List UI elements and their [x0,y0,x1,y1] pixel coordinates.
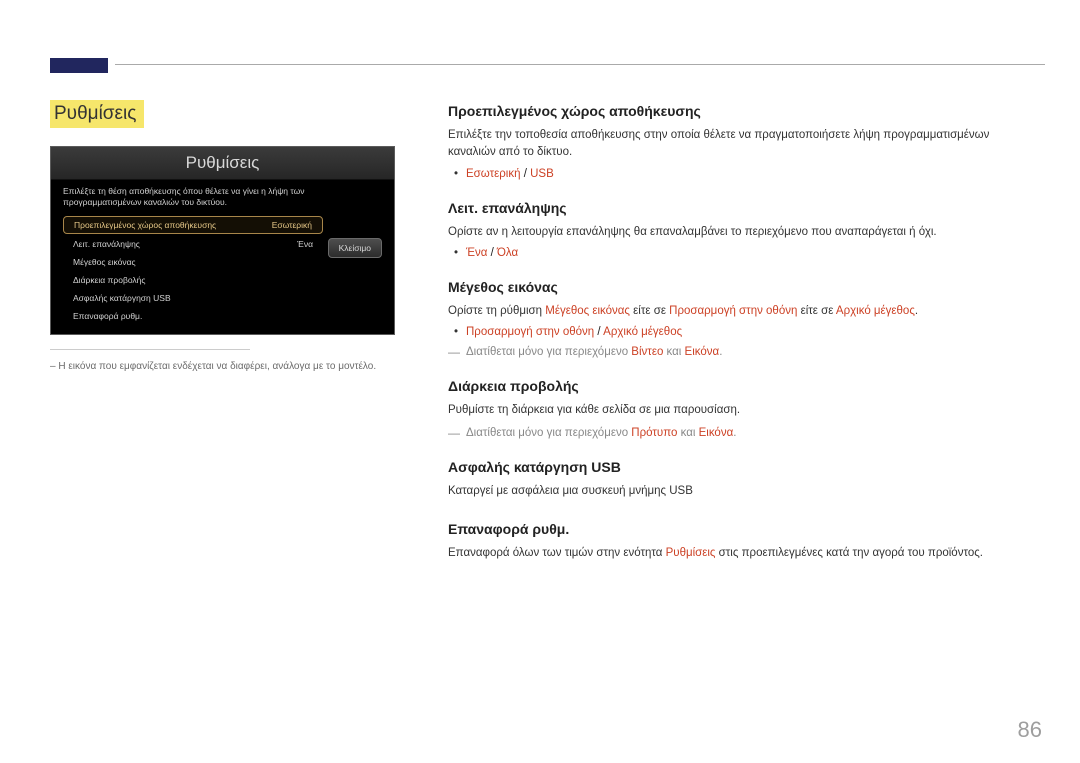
section-body: Ορίστε τη ρύθμιση Μέγεθος εικόνας είτε σ… [448,303,1030,320]
text: Διατίθεται μόνο για περιεχόμενο [466,427,631,439]
section-duration: Διάρκεια προβολής Ρυθμίστε τη διάρκεια γ… [448,378,1030,439]
highlight: Προσαρμογή στην οθόνη [669,305,797,317]
text: στις προεπιλεγμένες κατά την αγορά του π… [715,547,983,559]
left-column: Ρυθμίσεις Ρυθμίσεις Επιλέξτε τη θέση απο… [50,100,395,374]
separator: / [594,326,603,338]
section-body: Επαναφορά όλων των τιμών στην ενότητα Ρυ… [448,545,1030,562]
highlight: Αρχικό μέγεθος [836,305,915,317]
menu-value: Ένα [297,239,313,249]
dash-note: Διατίθεται μόνο για περιεχόμενο Βίντεο κ… [448,346,1030,358]
text: και [677,427,698,439]
option-a: Προσαρμογή στην οθόνη [466,326,594,338]
header-rule [115,64,1045,65]
menu-item-reset[interactable]: Επαναφορά ρυθμ. [63,308,323,324]
separator: / [521,168,531,180]
menu-label: Επαναφορά ρυθμ. [73,311,142,321]
menu-label: Ασφαλής κατάργηση USB [73,293,171,303]
text: Ορίστε τη ρύθμιση [448,305,545,317]
section-repeat: Λειτ. επανάληψης Ορίστε αν η λειτουργία … [448,200,1030,259]
left-divider [50,349,250,350]
right-column: Προεπιλεγμένος χώρος αποθήκευσης Επιλέξτ… [448,103,1030,582]
bullet-item: Εσωτερική / USB [466,168,1030,180]
highlight: Εικόνα [699,427,734,439]
section-heading: Μέγεθος εικόνας [448,279,1030,295]
section-heading: Ασφαλής κατάργηση USB [448,459,1030,475]
menu-item-default-storage[interactable]: Προεπιλεγμένος χώρος αποθήκευσης Εσωτερι… [63,216,323,234]
section-heading: Προεπιλεγμένος χώρος αποθήκευσης [448,103,1030,119]
header-accent [50,58,108,73]
option-b: Όλα [497,247,518,259]
section-heading: Επαναφορά ρυθμ. [448,521,1030,537]
section-body: Καταργεί με ασφάλεια μια συσκευή μνήμης … [448,483,1030,500]
text: . [733,427,736,439]
menu-label: Λειτ. επανάληψης [73,239,140,249]
section-picture-size: Μέγεθος εικόνας Ορίστε τη ρύθμιση Μέγεθο… [448,279,1030,358]
settings-panel: Ρυθμίσεις Επιλέξτε τη θέση αποθήκευσης ό… [50,146,395,335]
bullet-item: Προσαρμογή στην οθόνη / Αρχικό μέγεθος [466,326,1030,338]
menu-item-duration[interactable]: Διάρκεια προβολής [63,272,323,288]
section-heading: Λειτ. επανάληψης [448,200,1030,216]
menu-label: Μέγεθος εικόνας [73,257,136,267]
close-button[interactable]: Κλείσιμο [328,238,382,258]
section-default-storage: Προεπιλεγμένος χώρος αποθήκευσης Επιλέξτ… [448,103,1030,180]
separator: / [487,247,497,259]
section-body: Ορίστε αν η λειτουργία επανάληψης θα επα… [448,224,1030,241]
text: . [915,305,918,317]
text: . [719,346,722,358]
menu-item-picture-size[interactable]: Μέγεθος εικόνας [63,254,323,270]
highlight: Ρυθμίσεις [666,547,716,559]
menu-label: Διάρκεια προβολής [73,275,145,285]
option-b: USB [530,168,554,180]
dash-note: Διατίθεται μόνο για περιεχόμενο Πρότυπο … [448,427,1030,439]
section-reset: Επαναφορά ρυθμ. Επαναφορά όλων των τιμών… [448,521,1030,562]
text: Διατίθεται μόνο για περιεχόμενο [466,346,631,358]
text: Επαναφορά όλων των τιμών στην ενότητα [448,547,666,559]
highlight: Μέγεθος εικόνας [545,305,630,317]
text: είτε σε [630,305,669,317]
panel-subtitle: Επιλέξτε τη θέση αποθήκευσης όπου θέλετε… [51,180,394,216]
menu-value: Εσωτερική [272,220,312,230]
section-safe-remove: Ασφαλής κατάργηση USB Καταργεί με ασφάλε… [448,459,1030,500]
panel-header: Ρυθμίσεις [51,147,394,180]
section-body: Επιλέξτε την τοποθεσία αποθήκευσης στην … [448,127,1030,162]
menu-item-repeat[interactable]: Λειτ. επανάληψης Ένα [63,236,323,252]
highlight: Βίντεο [631,346,663,358]
menu-list: Προεπιλεγμένος χώρος αποθήκευσης Εσωτερι… [63,216,323,324]
option-a: Εσωτερική [466,168,521,180]
page-number: 86 [1018,717,1042,743]
section-body: Ρυθμίστε τη διάρκεια για κάθε σελίδα σε … [448,402,1030,419]
page-section-title: Ρυθμίσεις [50,100,144,128]
highlight: Πρότυπο [631,427,677,439]
option-a: Ένα [466,247,487,259]
menu-item-safe-remove[interactable]: Ασφαλής κατάργηση USB [63,290,323,306]
option-b: Αρχικό μέγεθος [603,326,682,338]
text: είτε σε [797,305,836,317]
highlight: Εικόνα [685,346,720,358]
panel-body: Προεπιλεγμένος χώρος αποθήκευσης Εσωτερι… [51,216,394,334]
menu-label: Προεπιλεγμένος χώρος αποθήκευσης [74,220,216,230]
text: και [663,346,684,358]
section-heading: Διάρκεια προβολής [448,378,1030,394]
model-note: – Η εικόνα που εμφανίζεται ενδέχεται να … [50,360,395,374]
bullet-item: Ένα / Όλα [466,247,1030,259]
